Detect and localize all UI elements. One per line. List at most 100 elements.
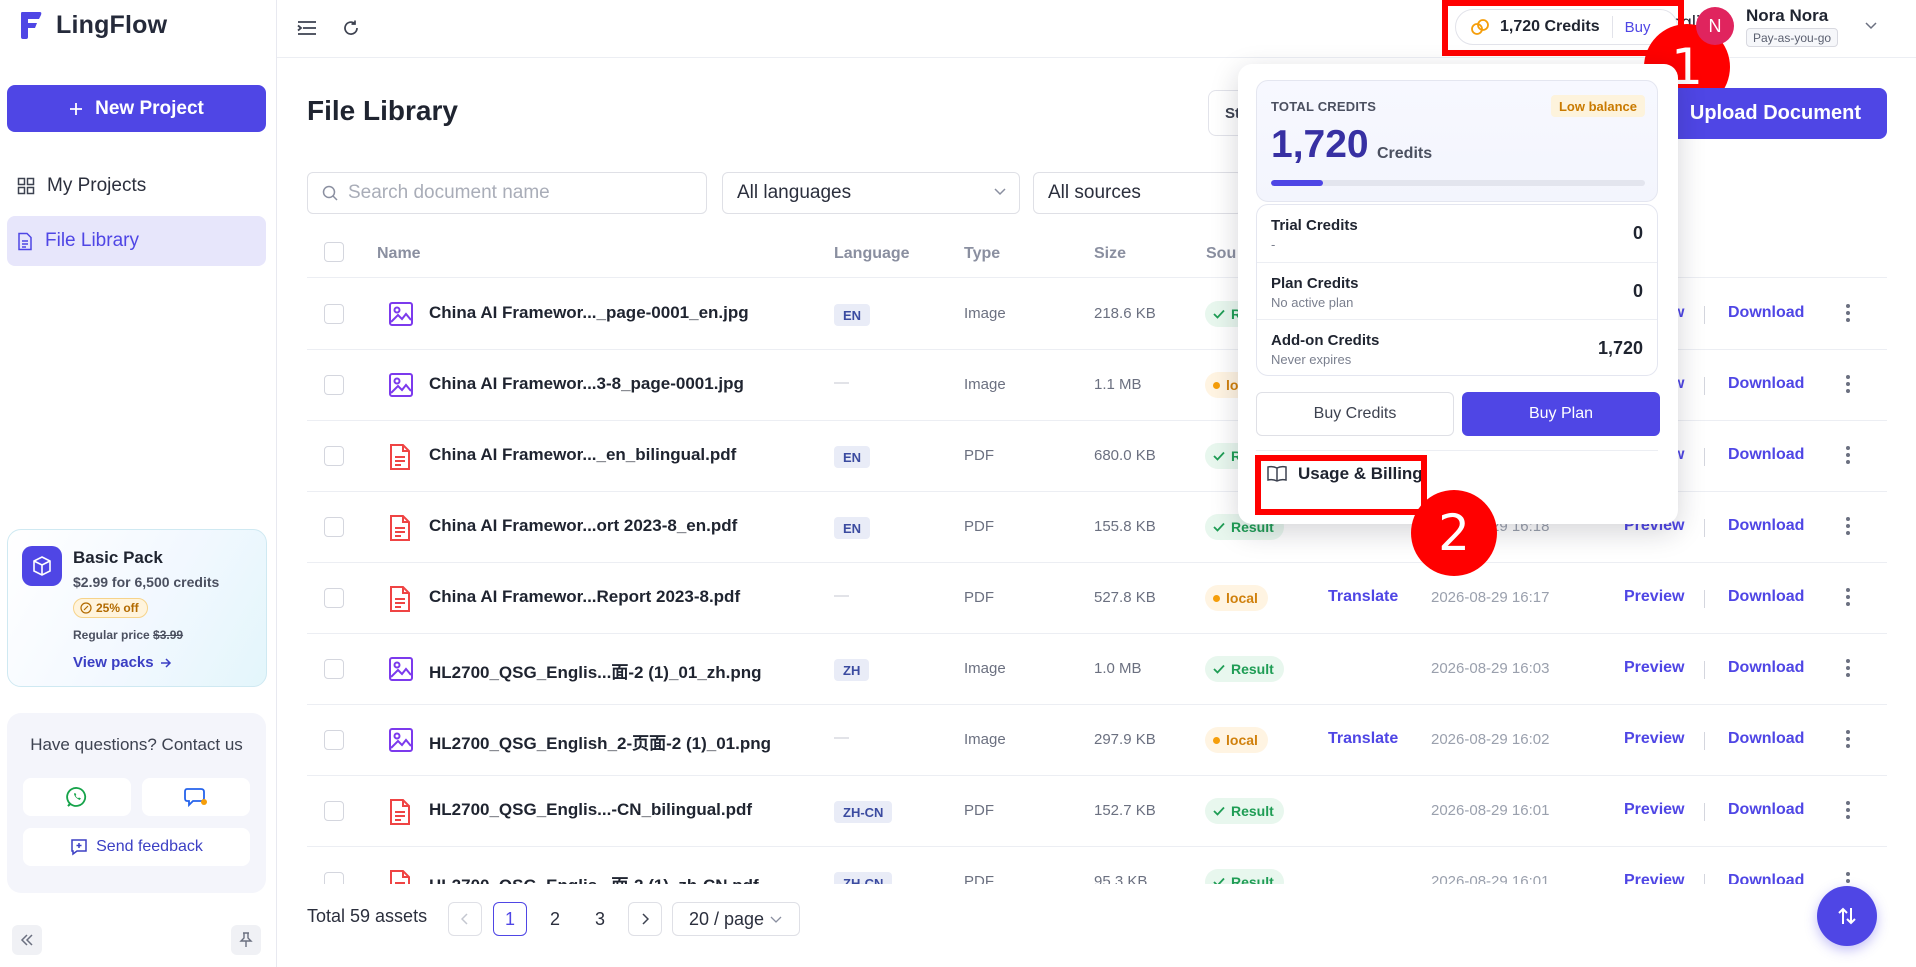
user-name[interactable]: Nora Nora <box>1746 6 1828 26</box>
table-row[interactable]: HL2700_QSG_Englis...面-2 (1)_01_zh.png ZH I… <box>307 634 1887 705</box>
file-name[interactable]: HL2700_QSG_Englis...面-2 (1)_zh-CN.pdf <box>429 871 759 884</box>
credit-breakdown-list: Trial Credits - 0 Plan Credits No active… <box>1256 204 1658 376</box>
buy-plan-button[interactable]: Buy Plan <box>1462 392 1660 436</box>
column-name[interactable]: Name <box>377 245 421 263</box>
collapse-sidebar-button[interactable] <box>12 925 42 955</box>
page-3-button[interactable]: 3 <box>583 902 617 936</box>
prev-page-button[interactable] <box>448 902 482 936</box>
more-options-icon[interactable] <box>1845 658 1851 678</box>
page-size-select[interactable]: 20 / page <box>672 902 800 936</box>
file-type: Image <box>964 660 1006 677</box>
search-field[interactable] <box>307 172 707 214</box>
more-options-icon[interactable] <box>1845 516 1851 536</box>
row-checkbox[interactable] <box>324 801 344 821</box>
view-packs-link[interactable]: View packs <box>73 654 172 671</box>
download-link[interactable]: Download <box>1728 872 1804 884</box>
pdf-file-icon <box>388 798 412 826</box>
more-options-icon[interactable] <box>1845 445 1851 465</box>
toggle-menu-button[interactable] <box>295 16 319 40</box>
column-size[interactable]: Size <box>1094 245 1126 263</box>
row-checkbox[interactable] <box>324 588 344 608</box>
more-options-icon[interactable] <box>1845 303 1851 323</box>
more-options-icon[interactable] <box>1845 374 1851 394</box>
more-options-icon[interactable] <box>1845 800 1851 820</box>
search-input[interactable] <box>348 182 688 204</box>
row-checkbox[interactable] <box>324 872 344 884</box>
table-row[interactable]: China AI Framewor...Report 2023-8.pdf — PD… <box>307 563 1887 634</box>
language-badge: EN <box>834 446 871 468</box>
column-language[interactable]: Language <box>834 245 910 263</box>
pin-sidebar-button[interactable] <box>231 925 261 955</box>
row-title: Trial Credits <box>1271 217 1358 234</box>
row-checkbox[interactable] <box>324 375 344 395</box>
source-filter-select[interactable]: All sources <box>1033 172 1243 214</box>
row-checkbox[interactable] <box>324 446 344 466</box>
page-2-button[interactable]: 2 <box>538 902 572 936</box>
download-link[interactable]: Download <box>1728 730 1804 748</box>
whatsapp-button[interactable] <box>23 778 131 816</box>
check-icon <box>1213 877 1225 884</box>
file-name[interactable]: HL2700_QSG_English_2-页面-2 (1)_01.png <box>429 729 771 754</box>
refresh-button[interactable] <box>339 16 363 40</box>
chat-support-button[interactable] <box>142 778 250 816</box>
file-name[interactable]: China AI Framewor..._en_bilingual.pdf <box>429 445 736 465</box>
download-link[interactable]: Download <box>1728 375 1804 393</box>
chevron-down-icon[interactable] <box>1864 20 1878 30</box>
table-row[interactable]: HL2700_QSG_Englis...-CN_bilingual.pdf ZH-… <box>307 776 1887 847</box>
select-all-checkbox[interactable] <box>324 242 344 262</box>
file-name[interactable]: HL2700_QSG_Englis...面-2 (1)_01_zh.png <box>429 658 762 683</box>
file-name[interactable]: China AI Framewor..._page-0001_en.jpg <box>429 303 749 323</box>
new-project-button[interactable]: New Project <box>7 85 266 132</box>
column-source[interactable]: Sou <box>1206 245 1236 263</box>
total-credits-card: TOTAL CREDITS Low balance 1,720 Credits <box>1256 80 1658 202</box>
sidebar-item-file-library[interactable]: File Library <box>7 216 266 266</box>
more-options-icon[interactable] <box>1845 871 1851 884</box>
preview-link[interactable]: Preview <box>1624 659 1684 677</box>
file-name[interactable]: HL2700_QSG_Englis...-CN_bilingual.pdf <box>429 800 752 820</box>
check-icon <box>1213 664 1225 674</box>
app-name: LingFlow <box>56 10 168 39</box>
download-link[interactable]: Download <box>1728 659 1804 677</box>
more-options-icon[interactable] <box>1845 587 1851 607</box>
upload-document-button[interactable]: Upload Document <box>1655 88 1887 139</box>
table-row[interactable]: HL2700_QSG_English_2-页面-2 (1)_01.png — Ima… <box>307 705 1887 776</box>
translate-link[interactable]: Translate <box>1328 588 1398 606</box>
pdf-file-icon <box>388 514 412 542</box>
source-badge: local <box>1205 585 1268 611</box>
download-link[interactable]: Download <box>1728 446 1804 464</box>
download-link[interactable]: Download <box>1728 588 1804 606</box>
sort-toggle-fab[interactable] <box>1817 886 1877 946</box>
file-name[interactable]: China AI Framewor...Report 2023-8.pdf <box>429 587 740 607</box>
app-logo[interactable]: LingFlow <box>18 10 167 40</box>
column-type[interactable]: Type <box>964 245 1000 263</box>
file-name[interactable]: China AI Framewor...3-8_page-0001.jpg <box>429 374 744 394</box>
page-1-button[interactable]: 1 <box>493 902 527 936</box>
next-page-button[interactable] <box>628 902 662 936</box>
download-link[interactable]: Download <box>1728 517 1804 535</box>
avatar[interactable]: N <box>1696 7 1734 45</box>
preview-link[interactable]: Preview <box>1624 801 1684 819</box>
file-name[interactable]: China AI Framewor...ort 2023-8_en.pdf <box>429 516 737 536</box>
preview-link[interactable]: Preview <box>1624 588 1684 606</box>
send-feedback-button[interactable]: Send feedback <box>23 828 250 866</box>
file-type: Image <box>964 731 1006 748</box>
sidebar-item-label: My Projects <box>47 175 147 196</box>
image-file-icon <box>388 301 414 327</box>
preview-link[interactable]: Preview <box>1624 730 1684 748</box>
row-checkbox[interactable] <box>324 659 344 679</box>
buy-credits-button[interactable]: Buy Credits <box>1256 392 1454 436</box>
download-link[interactable]: Download <box>1728 304 1804 322</box>
row-checkbox[interactable] <box>324 304 344 324</box>
more-options-icon[interactable] <box>1845 729 1851 749</box>
row-checkbox[interactable] <box>324 517 344 537</box>
translate-link[interactable]: Translate <box>1328 730 1398 748</box>
preview-link[interactable]: Preview <box>1624 872 1684 884</box>
file-size: 152.7 KB <box>1094 802 1156 819</box>
check-icon <box>1213 522 1225 532</box>
sidebar-item-my-projects[interactable]: My Projects <box>7 161 266 211</box>
row-checkbox[interactable] <box>324 730 344 750</box>
table-row[interactable]: HL2700_QSG_Englis...面-2 (1)_zh-CN.pdf ZH-… <box>307 847 1887 884</box>
language-filter-select[interactable]: All languages <box>722 172 1020 214</box>
download-link[interactable]: Download <box>1728 801 1804 819</box>
search-icon <box>322 185 338 201</box>
